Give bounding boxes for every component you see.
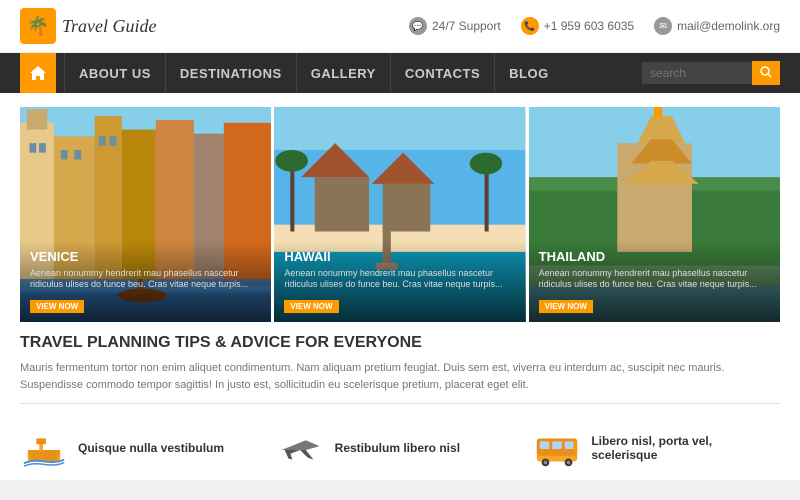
main-content: VENICE Aenean nonummy hendrerit mau phas…	[0, 93, 800, 480]
venice-desc: Aenean nonummy hendrerit mau phasellus n…	[30, 268, 261, 291]
phone-icon: 📞	[521, 17, 539, 35]
thailand-title: THAILAND	[539, 249, 770, 264]
search-button[interactable]	[752, 61, 780, 85]
logo-text: Travel Guide	[62, 16, 157, 37]
thailand-view-btn[interactable]: VIEW NOW	[539, 300, 593, 313]
nav-bar: ABOUT US DESTINATIONS GALLERY CONTACTS B…	[0, 53, 800, 93]
destination-gallery: VENICE Aenean nonummy hendrerit mau phas…	[20, 107, 780, 322]
bus-feature-text: Libero nisl, porta vel, scelerisque	[591, 434, 780, 464]
nav-about-us[interactable]: ABOUT US	[64, 53, 165, 93]
support-icon: 💬	[409, 17, 427, 35]
feature-ship: Quisque nulla vestibulum	[20, 428, 267, 470]
plane-feature-text: Restibulum libero nisl	[335, 441, 460, 457]
nav-items: ABOUT US DESTINATIONS GALLERY CONTACTS B…	[64, 53, 642, 93]
nav-contacts[interactable]: CONTACTS	[390, 53, 494, 93]
nav-gallery[interactable]: GALLERY	[296, 53, 390, 93]
search-input[interactable]	[642, 62, 752, 84]
ship-feature-text: Quisque nulla vestibulum	[78, 441, 224, 457]
nav-blog[interactable]: BLOG	[494, 53, 563, 93]
venice-view-btn[interactable]: VIEW NOW	[30, 300, 84, 313]
support-item: 💬 24/7 Support	[409, 17, 501, 35]
phone-number: +1 959 603 6035	[544, 19, 634, 33]
feature-bus: Libero nisl, porta vel, scelerisque	[533, 428, 780, 470]
thailand-overlay: THAILAND Aenean nonummy hendrerit mau ph…	[529, 241, 780, 322]
tips-section: TRAVEL PLANNING TIPS & ADVICE FOR EVERYO…	[20, 322, 780, 420]
feature-plane: Restibulum libero nisl	[277, 428, 524, 470]
plane-icon	[277, 428, 325, 470]
email-address: mail@demolink.org	[677, 19, 780, 33]
home-nav-button[interactable]	[20, 53, 56, 93]
bus-feature-title: Libero nisl, porta vel, scelerisque	[591, 434, 780, 462]
plane-feature-title: Restibulum libero nisl	[335, 441, 460, 455]
bus-icon	[533, 428, 581, 470]
nav-destinations[interactable]: DESTINATIONS	[165, 53, 296, 93]
hawaii-view-btn[interactable]: VIEW NOW	[284, 300, 338, 313]
contact-info: 💬 24/7 Support 📞 +1 959 603 6035 ✉ mail@…	[409, 17, 780, 35]
phone-item: 📞 +1 959 603 6035	[521, 17, 634, 35]
venice-overlay: VENICE Aenean nonummy hendrerit mau phas…	[20, 241, 271, 322]
hawaii-overlay: HAWAII Aenean nonummy hendrerit mau phas…	[274, 241, 525, 322]
hawaii-title: HAWAII	[284, 249, 515, 264]
ship-feature-title: Quisque nulla vestibulum	[78, 441, 224, 455]
divider	[20, 403, 780, 404]
gallery-venice[interactable]: VENICE Aenean nonummy hendrerit mau phas…	[20, 107, 271, 322]
venice-title: VENICE	[30, 249, 261, 264]
email-icon: ✉	[654, 17, 672, 35]
search-container	[642, 61, 780, 85]
features-section: Quisque nulla vestibulum Restibulum libe…	[20, 420, 780, 470]
thailand-desc: Aenean nonummy hendrerit mau phasellus n…	[539, 268, 770, 291]
tips-description: Mauris fermentum tortor non enim aliquet…	[20, 360, 780, 393]
top-bar: 🌴 Travel Guide 💬 24/7 Support 📞 +1 959 6…	[0, 0, 800, 53]
logo-icon: 🌴	[20, 8, 56, 44]
logo[interactable]: 🌴 Travel Guide	[20, 8, 157, 44]
tips-title: TRAVEL PLANNING TIPS & ADVICE FOR EVERYO…	[20, 334, 780, 352]
gallery-thailand[interactable]: THAILAND Aenean nonummy hendrerit mau ph…	[529, 107, 780, 322]
gallery-hawaii[interactable]: HAWAII Aenean nonummy hendrerit mau phas…	[274, 107, 525, 322]
email-item: ✉ mail@demolink.org	[654, 17, 780, 35]
support-label: 24/7 Support	[432, 19, 501, 33]
ship-icon	[20, 428, 68, 470]
hawaii-desc: Aenean nonummy hendrerit mau phasellus n…	[284, 268, 515, 291]
